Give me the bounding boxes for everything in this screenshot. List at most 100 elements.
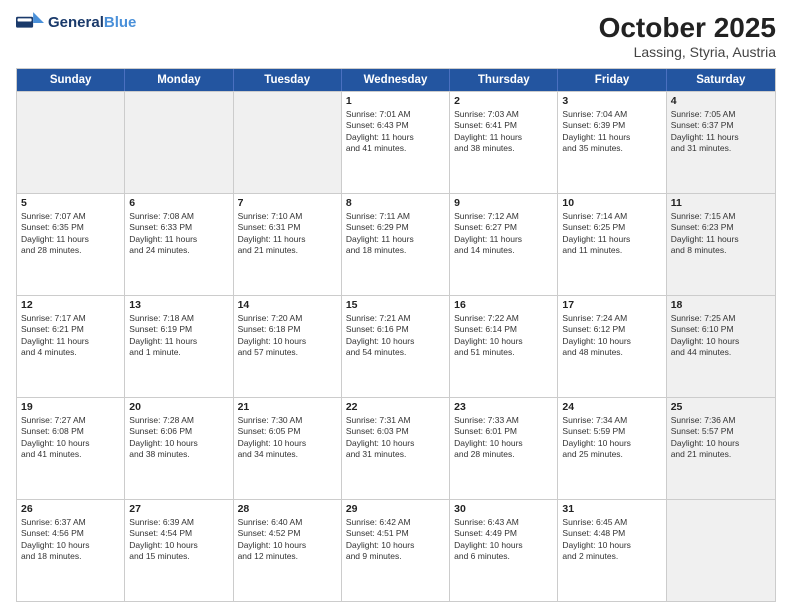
day-number: 20 [129,401,228,413]
calendar-day-11: 11 Sunrise: 7:15 AM Sunset: 6:23 PM Dayli… [667,194,775,295]
day-info: Sunrise: 6:37 AM Sunset: 4:56 PM Dayligh… [21,517,120,563]
day-info: Sunrise: 7:17 AM Sunset: 6:21 PM Dayligh… [21,313,120,359]
day-info: Sunrise: 7:34 AM Sunset: 5:59 PM Dayligh… [562,415,661,461]
day-number: 27 [129,503,228,515]
day-number: 11 [671,197,771,209]
calendar-day-10: 10 Sunrise: 7:14 AM Sunset: 6:25 PM Dayli… [558,194,666,295]
logo-icon [16,12,44,34]
logo-text: GeneralBlue [48,14,136,32]
calendar-day-21: 21 Sunrise: 7:30 AM Sunset: 6:05 PM Dayli… [234,398,342,499]
calendar-empty-cell [17,92,125,193]
weekday-header-thursday: Thursday [450,69,558,91]
day-number: 16 [454,299,553,311]
day-number: 29 [346,503,445,515]
day-info: Sunrise: 7:08 AM Sunset: 6:33 PM Dayligh… [129,211,228,257]
day-number: 18 [671,299,771,311]
day-info: Sunrise: 7:10 AM Sunset: 6:31 PM Dayligh… [238,211,337,257]
day-info: Sunrise: 7:24 AM Sunset: 6:12 PM Dayligh… [562,313,661,359]
day-number: 4 [671,95,771,107]
day-info: Sunrise: 6:40 AM Sunset: 4:52 PM Dayligh… [238,517,337,563]
calendar-day-15: 15 Sunrise: 7:21 AM Sunset: 6:16 PM Dayli… [342,296,450,397]
calendar-day-9: 9Sunrise: 7:12 AM Sunset: 6:27 PM Daylig… [450,194,558,295]
day-info: Sunrise: 6:45 AM Sunset: 4:48 PM Dayligh… [562,517,661,563]
calendar-day-28: 28Sunrise: 6:40 AM Sunset: 4:52 PM Dayli… [234,500,342,601]
day-info: Sunrise: 7:15 AM Sunset: 6:23 PM Dayligh… [671,211,771,257]
calendar-day-23: 23 Sunrise: 7:33 AM Sunset: 6:01 PM Dayli… [450,398,558,499]
day-info: Sunrise: 7:18 AM Sunset: 6:19 PM Dayligh… [129,313,228,359]
calendar-day-13: 13Sunrise: 7:18 AM Sunset: 6:19 PM Dayli… [125,296,233,397]
calendar-day-29: 29 Sunrise: 6:42 AM Sunset: 4:51 PM Dayli… [342,500,450,601]
calendar-week-5: 26 Sunrise: 6:37 AM Sunset: 4:56 PM Dayli… [17,499,775,601]
day-info: Sunrise: 7:20 AM Sunset: 6:18 PM Dayligh… [238,313,337,359]
calendar-day-7: 7 Sunrise: 7:10 AM Sunset: 6:31 PM Daylig… [234,194,342,295]
page: GeneralBlue October 2025 Lassing, Styria… [0,0,792,612]
calendar: SundayMondayTuesdayWednesdayThursdayFrid… [16,68,776,602]
calendar-empty-cell [667,500,775,601]
day-number: 30 [454,503,553,515]
calendar-day-18: 18 Sunrise: 7:25 AM Sunset: 6:10 PM Dayli… [667,296,775,397]
day-info: Sunrise: 7:05 AM Sunset: 6:37 PM Dayligh… [671,109,771,155]
calendar-day-25: 25 Sunrise: 7:36 AM Sunset: 5:57 PM Dayli… [667,398,775,499]
calendar-day-22: 22 Sunrise: 7:31 AM Sunset: 6:03 PM Dayli… [342,398,450,499]
day-info: Sunrise: 6:43 AM Sunset: 4:49 PM Dayligh… [454,517,553,563]
day-number: 2 [454,95,553,107]
weekday-header-friday: Friday [558,69,666,91]
day-info: Sunrise: 7:22 AM Sunset: 6:14 PM Dayligh… [454,313,553,359]
weekday-header-wednesday: Wednesday [342,69,450,91]
day-number: 17 [562,299,661,311]
weekday-header-saturday: Saturday [667,69,775,91]
header: GeneralBlue October 2025 Lassing, Styria… [16,12,776,60]
calendar-day-3: 3 Sunrise: 7:04 AM Sunset: 6:39 PM Daylig… [558,92,666,193]
calendar-day-5: 5Sunrise: 7:07 AM Sunset: 6:35 PM Daylig… [17,194,125,295]
day-number: 8 [346,197,445,209]
calendar-day-24: 24 Sunrise: 7:34 AM Sunset: 5:59 PM Dayli… [558,398,666,499]
calendar-day-14: 14Sunrise: 7:20 AM Sunset: 6:18 PM Dayli… [234,296,342,397]
day-number: 24 [562,401,661,413]
day-info: Sunrise: 7:21 AM Sunset: 6:16 PM Dayligh… [346,313,445,359]
day-number: 12 [21,299,120,311]
day-number: 22 [346,401,445,413]
day-info: Sunrise: 7:14 AM Sunset: 6:25 PM Dayligh… [562,211,661,257]
day-info: Sunrise: 7:31 AM Sunset: 6:03 PM Dayligh… [346,415,445,461]
calendar-empty-cell [234,92,342,193]
day-number: 23 [454,401,553,413]
calendar-week-1: 1Sunrise: 7:01 AM Sunset: 6:43 PM Daylig… [17,91,775,193]
day-info: Sunrise: 7:27 AM Sunset: 6:08 PM Dayligh… [21,415,120,461]
day-number: 15 [346,299,445,311]
day-number: 26 [21,503,120,515]
calendar-day-12: 12 Sunrise: 7:17 AM Sunset: 6:21 PM Dayli… [17,296,125,397]
day-info: Sunrise: 7:25 AM Sunset: 6:10 PM Dayligh… [671,313,771,359]
calendar-empty-cell [125,92,233,193]
calendar-day-31: 31 Sunrise: 6:45 AM Sunset: 4:48 PM Dayli… [558,500,666,601]
day-info: Sunrise: 7:12 AM Sunset: 6:27 PM Dayligh… [454,211,553,257]
calendar-day-20: 20 Sunrise: 7:28 AM Sunset: 6:06 PM Dayli… [125,398,233,499]
day-number: 21 [238,401,337,413]
calendar-day-1: 1Sunrise: 7:01 AM Sunset: 6:43 PM Daylig… [342,92,450,193]
day-number: 3 [562,95,661,107]
day-number: 25 [671,401,771,413]
day-info: Sunrise: 7:33 AM Sunset: 6:01 PM Dayligh… [454,415,553,461]
day-info: Sunrise: 7:04 AM Sunset: 6:39 PM Dayligh… [562,109,661,155]
day-info: Sunrise: 6:42 AM Sunset: 4:51 PM Dayligh… [346,517,445,563]
calendar-week-3: 12 Sunrise: 7:17 AM Sunset: 6:21 PM Dayli… [17,295,775,397]
day-number: 19 [21,401,120,413]
calendar-week-2: 5Sunrise: 7:07 AM Sunset: 6:35 PM Daylig… [17,193,775,295]
calendar-day-19: 19 Sunrise: 7:27 AM Sunset: 6:08 PM Dayli… [17,398,125,499]
calendar-body: 1Sunrise: 7:01 AM Sunset: 6:43 PM Daylig… [17,91,775,601]
day-info: Sunrise: 7:36 AM Sunset: 5:57 PM Dayligh… [671,415,771,461]
weekday-header-sunday: Sunday [17,69,125,91]
day-info: Sunrise: 7:07 AM Sunset: 6:35 PM Dayligh… [21,211,120,257]
logo: GeneralBlue [16,12,136,34]
day-number: 7 [238,197,337,209]
day-info: Sunrise: 7:30 AM Sunset: 6:05 PM Dayligh… [238,415,337,461]
calendar-subtitle: Lassing, Styria, Austria [599,44,776,60]
calendar-day-16: 16 Sunrise: 7:22 AM Sunset: 6:14 PM Dayli… [450,296,558,397]
calendar-header-row: SundayMondayTuesdayWednesdayThursdayFrid… [17,69,775,91]
day-number: 10 [562,197,661,209]
day-number: 31 [562,503,661,515]
day-info: Sunrise: 7:28 AM Sunset: 6:06 PM Dayligh… [129,415,228,461]
calendar-day-26: 26 Sunrise: 6:37 AM Sunset: 4:56 PM Dayli… [17,500,125,601]
calendar-day-17: 17 Sunrise: 7:24 AM Sunset: 6:12 PM Dayli… [558,296,666,397]
calendar-day-2: 2Sunrise: 7:03 AM Sunset: 6:41 PM Daylig… [450,92,558,193]
day-number: 6 [129,197,228,209]
